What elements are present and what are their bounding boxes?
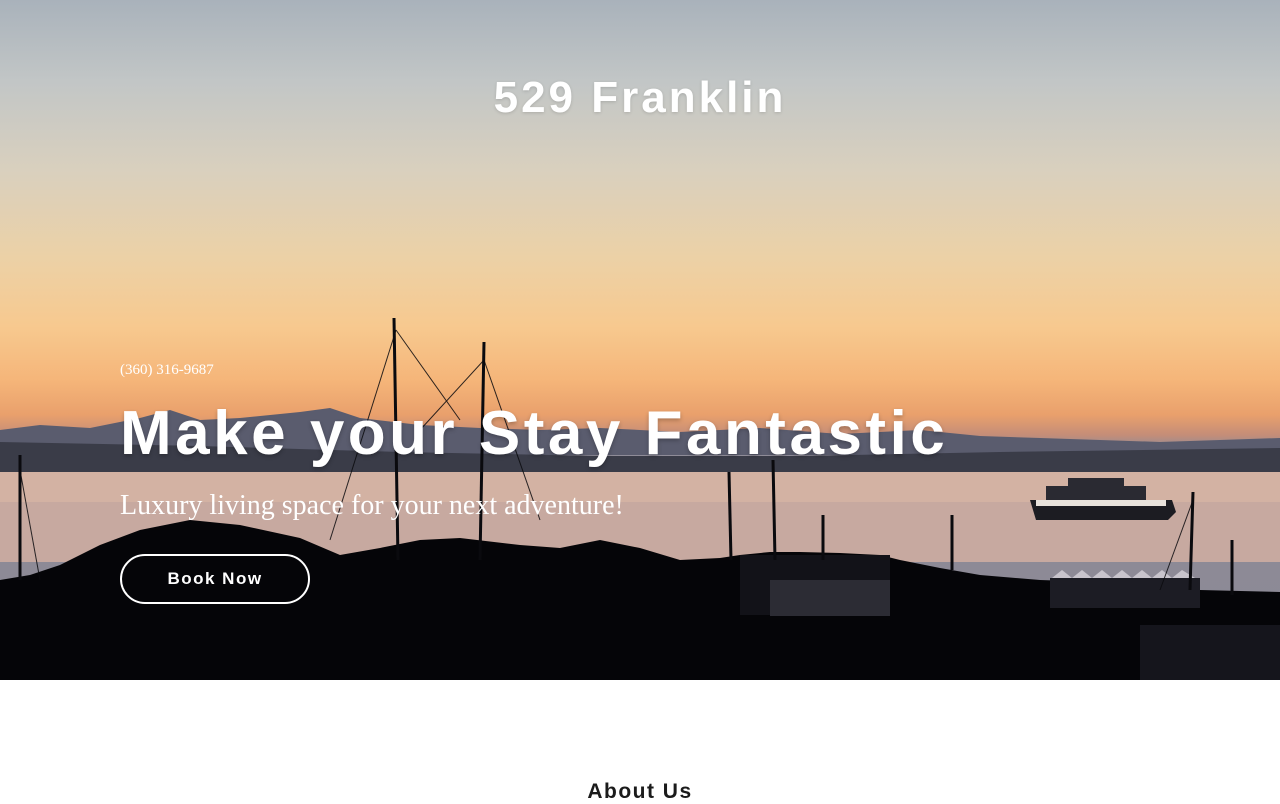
hero-headline: Make your Stay Fantastic — [120, 399, 949, 468]
book-now-button[interactable]: Book Now — [120, 554, 310, 604]
hero-tagline: Luxury living space for your next advent… — [120, 490, 624, 521]
about-section: About Us — [0, 680, 1280, 803]
site-title[interactable]: 529 Franklin — [0, 73, 1280, 123]
about-title: About Us — [587, 780, 693, 803]
hero-section: 529 Franklin (360) 316-9687 Make your St… — [0, 0, 1280, 680]
phone-number[interactable]: (360) 316-9687 — [120, 362, 214, 379]
